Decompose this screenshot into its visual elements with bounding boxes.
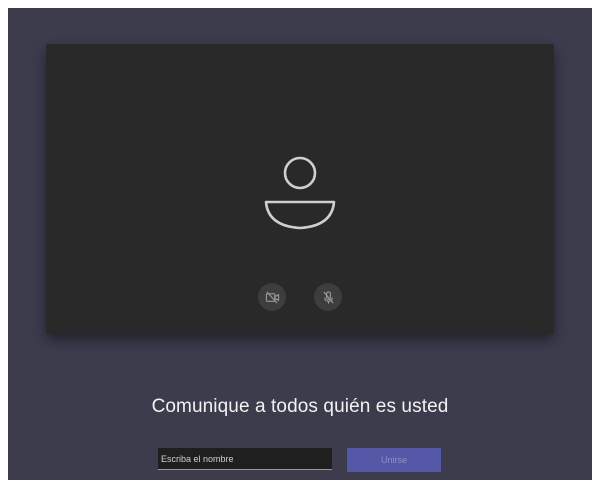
name-prompt-title: Comunique a todos quién es usted — [151, 396, 449, 417]
camera-toggle-button[interactable] — [258, 283, 286, 311]
join-button[interactable]: Unirse — [347, 448, 441, 472]
video-preview — [46, 44, 554, 334]
person-icon — [264, 156, 336, 230]
camera-off-icon — [265, 290, 279, 304]
mic-off-icon — [322, 290, 334, 304]
name-input[interactable] — [158, 448, 332, 470]
microphone-toggle-button[interactable] — [314, 283, 342, 311]
join-screen: Comunique a todos quién es usted Unirse — [8, 8, 592, 480]
